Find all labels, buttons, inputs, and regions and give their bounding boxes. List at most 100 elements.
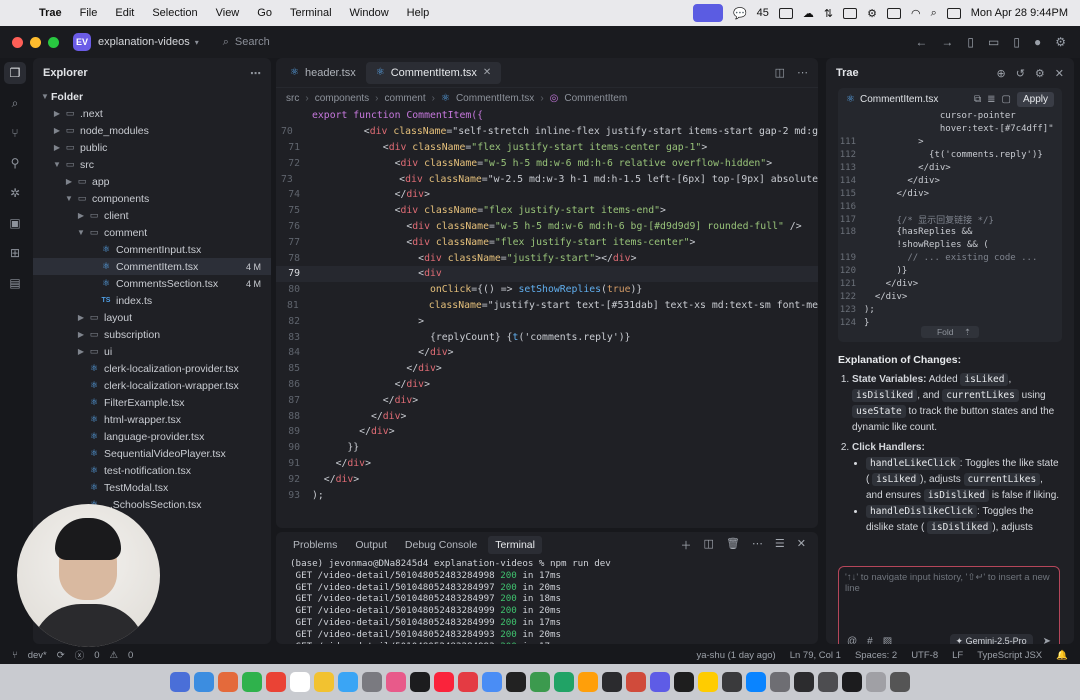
tree-file[interactable]: ⚛ language-provider.tsx [33, 428, 271, 445]
more-icon[interactable]: ⋯ [752, 537, 763, 553]
wifi-icon[interactable]: ◠ [911, 7, 921, 20]
code-area[interactable]: export function CommentItem({ 70 <div cl… [276, 108, 818, 503]
code-line[interactable]: 89 </div> [276, 424, 818, 440]
dock-app-icon[interactable] [290, 672, 310, 692]
tree-folder[interactable]: ▶ ▭ client [33, 207, 271, 224]
apply-button[interactable]: Apply [1016, 91, 1054, 107]
dock-app-icon[interactable] [482, 672, 502, 692]
tree-file[interactable]: ⚛ clerk-localization-wrapper.tsx [33, 377, 271, 394]
menu-terminal[interactable]: Terminal [281, 7, 341, 19]
dock-app-icon[interactable] [674, 672, 694, 692]
code-line[interactable]: 71 <div className="flex justify-start it… [276, 140, 818, 156]
tree-file[interactable]: ⚛ SequentialVideoPlayer.tsx [33, 445, 271, 462]
dock-app-icon[interactable] [770, 672, 790, 692]
insert-icon[interactable]: ≣ [987, 94, 995, 105]
menu-edit[interactable]: Edit [106, 7, 143, 19]
code-line[interactable]: 75 <div className="flex justify-start it… [276, 203, 818, 219]
dock-app-icon[interactable] [746, 672, 766, 692]
menu-selection[interactable]: Selection [143, 7, 206, 19]
search-bar[interactable]: ⌕ Search [223, 36, 270, 49]
spotlight-icon[interactable]: ⌕ [931, 7, 937, 20]
tree-folder[interactable]: ▶ ▭ public [33, 139, 271, 156]
preview-icon[interactable]: ▤ [4, 272, 26, 294]
settings-sliders-icon[interactable]: ☰ [775, 537, 785, 553]
tree-folder[interactable]: ▶ ▭ app [33, 173, 271, 190]
dock-app-icon[interactable] [602, 672, 622, 692]
chevron-down-icon[interactable]: ▾ [195, 38, 199, 47]
dock-app-icon[interactable] [338, 672, 358, 692]
code-line[interactable]: 83 {replyCount} {t('comments.reply')} [276, 329, 818, 345]
code-line[interactable]: 84 </div> [276, 345, 818, 361]
tab-commentitem-tsx[interactable]: ⚛ CommentItem.tsx ✕ [365, 61, 502, 84]
image-icon[interactable]: ▨ [883, 636, 892, 644]
chat-input[interactable] [845, 572, 1055, 614]
tree-folder[interactable]: ▶ ▭ .next [33, 105, 271, 122]
dock-app-icon[interactable] [698, 672, 718, 692]
menu-file[interactable]: File [71, 7, 107, 19]
more-actions-icon[interactable]: ⋯ [250, 67, 261, 80]
cloud-icon[interactable]: ☁ [803, 7, 814, 20]
source-control-icon[interactable]: ⑂ [4, 122, 26, 144]
code-line[interactable]: 74 </div> [276, 187, 818, 203]
tab-output[interactable]: Output [348, 536, 394, 554]
dock-app-icon[interactable] [194, 672, 214, 692]
hash-icon[interactable]: # [867, 636, 873, 644]
tab-header-tsx[interactable]: ⚛ header.tsx [280, 62, 366, 84]
dock-app-icon[interactable] [242, 672, 262, 692]
dock-app-icon[interactable] [362, 672, 382, 692]
git-blame[interactable]: ya-shu (1 day ago) [696, 650, 775, 661]
project-badge[interactable]: EV [73, 33, 91, 51]
dock-app-icon[interactable] [506, 672, 526, 692]
tree-file[interactable]: ⚛ FilterExample.tsx [33, 394, 271, 411]
tree-file[interactable]: ⚛ clerk-localization-provider.tsx [33, 360, 271, 377]
debug-bug-icon[interactable]: ✲ [4, 182, 26, 204]
dock-app-icon[interactable] [314, 672, 334, 692]
dock-app-icon[interactable] [650, 672, 670, 692]
dock-app-icon[interactable] [578, 672, 598, 692]
code-line[interactable]: 80 onClick={() => setShowReplies(true)} [276, 282, 818, 298]
workspace-folder[interactable]: ▼ Folder [33, 88, 271, 105]
input-source-icon[interactable] [843, 7, 858, 19]
dock-app-icon[interactable] [866, 672, 886, 692]
tree-folder[interactable]: ▶ ▭ node_modules [33, 122, 271, 139]
tab-debug-console[interactable]: Debug Console [398, 536, 484, 554]
code-line[interactable]: 72 <div className="w-5 h-5 md:w-6 md:h-6… [276, 155, 818, 171]
code-line[interactable]: 82 > [276, 313, 818, 329]
run-debug-icon[interactable]: ⚲ [4, 152, 26, 174]
mention-icon[interactable]: @ [847, 636, 857, 644]
split-terminal-icon[interactable]: ◫ [704, 537, 714, 553]
branch-name[interactable]: dev* [28, 650, 47, 661]
terminal-output[interactable]: (base) jevonmao@DNa8245d4 explanation-vi… [276, 558, 818, 644]
menu-window[interactable]: Window [341, 7, 398, 19]
dock-app-icon[interactable] [554, 672, 574, 692]
battery-icon[interactable] [886, 7, 901, 19]
wechat-icon[interactable]: 💬 [733, 7, 747, 20]
tree-folder[interactable]: ▶ ▭ ui [33, 343, 271, 360]
tree-folder[interactable]: ▼ ▭ components [33, 190, 271, 207]
tree-file[interactable]: ⚛ CommentItem.tsx 4 M [33, 258, 271, 275]
tree-file[interactable]: TS index.ts [33, 292, 271, 309]
code-line[interactable]: 85 </div> [276, 361, 818, 377]
close-panel-icon[interactable]: ✕ [1055, 67, 1064, 80]
forward-arrow-icon[interactable]: → [941, 35, 953, 49]
notification-bell-icon[interactable]: 🔔 [1056, 650, 1068, 661]
warning-count[interactable]: 0 [128, 650, 133, 661]
error-count[interactable]: 0 [94, 650, 99, 661]
dock-app-icon[interactable] [842, 672, 862, 692]
screen-record-icon[interactable] [692, 4, 723, 22]
cursor-position[interactable]: Ln 79, Col 1 [790, 650, 841, 661]
code-line[interactable]: 92 </div> [276, 471, 818, 487]
search-activity-icon[interactable]: ⌕ [4, 92, 26, 114]
toggle-aux-panel-icon[interactable]: ▯ [1013, 35, 1020, 49]
close-window-button[interactable] [12, 36, 23, 48]
breadcrumb-item[interactable]: src [286, 93, 299, 104]
dock-app-icon[interactable] [818, 672, 838, 692]
new-chat-icon[interactable]: ⊕ [996, 67, 1005, 80]
tree-file[interactable]: ⚛ CommentInput.tsx [33, 241, 271, 258]
language-mode[interactable]: TypeScript JSX [977, 650, 1042, 661]
project-name[interactable]: explanation-videos [98, 36, 190, 48]
dock-app-icon[interactable] [530, 672, 550, 692]
close-panel-icon[interactable]: ✕ [797, 537, 806, 553]
history-icon[interactable]: ↺ [1016, 67, 1025, 80]
tree-folder[interactable]: ▼ ▭ comment [33, 224, 271, 241]
